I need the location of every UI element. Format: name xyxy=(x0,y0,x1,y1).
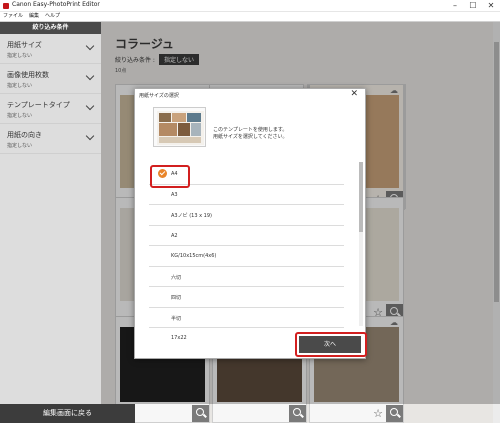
paper-size-option[interactable]: A2 xyxy=(149,226,344,246)
option-label: A3 xyxy=(171,191,178,198)
maximize-button[interactable]: ☐ xyxy=(464,0,482,12)
option-label: 四切 xyxy=(171,295,182,301)
option-label: A2 xyxy=(171,232,178,239)
dialog-message-line2: 用紙サイズを選択してください。 xyxy=(213,134,288,140)
zoom-icon[interactable] xyxy=(386,405,403,422)
close-icon[interactable]: ✕ xyxy=(350,89,358,99)
dialog-title: 用紙サイズの選択 xyxy=(139,93,179,99)
filter-image-count[interactable]: 画像使用枚数 指定しない xyxy=(0,64,101,94)
paper-size-option[interactable]: A3ノビ (13 x 19) xyxy=(149,205,344,226)
paper-size-list: A4 A3 A3ノビ (13 x 19) A2 KG/10x15cm(4x6) … xyxy=(149,164,344,339)
filter-value: 指定しない xyxy=(7,113,33,119)
zoom-icon[interactable] xyxy=(289,405,306,422)
zoom-icon[interactable] xyxy=(192,405,209,422)
option-label: 六切 xyxy=(171,274,182,281)
template-preview xyxy=(153,107,206,147)
menu-bar: ファイル 編集 ヘルプ xyxy=(0,12,500,22)
option-label: 半切 xyxy=(171,315,182,322)
filter-template-type[interactable]: テンプレートタイプ 指定しない xyxy=(0,94,101,124)
filter-value: 指定しない xyxy=(7,83,33,89)
title-bar: Canon Easy-PhotoPrint Editor – ☐ ✕ xyxy=(0,0,500,12)
filter-value: 指定しない xyxy=(7,143,33,149)
sidebar-header: 絞り込み条件 xyxy=(0,22,101,34)
window-title: Canon Easy-PhotoPrint Editor xyxy=(12,1,100,8)
dialog-scrollbar[interactable] xyxy=(359,162,363,326)
paper-size-option[interactable]: KG/10x15cm(4x6) xyxy=(149,246,344,267)
menu-file[interactable]: ファイル xyxy=(3,12,23,21)
option-label: 17x22 xyxy=(171,335,187,339)
paper-size-option[interactable]: 四切 xyxy=(149,287,344,308)
template-preview-image xyxy=(157,111,204,145)
filter-value: 指定しない xyxy=(7,53,33,59)
filter-sidebar: 絞り込み条件 用紙サイズ 指定しない 画像使用枚数 指定しない テンプレートタイ… xyxy=(0,22,101,423)
close-window-button[interactable]: ✕ xyxy=(482,0,500,12)
paper-size-option[interactable]: 六切 xyxy=(149,267,344,287)
menu-edit[interactable]: 編集 xyxy=(29,12,39,21)
dialog-scrollbar-thumb[interactable] xyxy=(359,162,363,232)
filter-orientation[interactable]: 用紙の向き 指定しない xyxy=(0,124,101,154)
app-icon xyxy=(3,3,9,9)
filter-paper-size[interactable]: 用紙サイズ 指定しない xyxy=(0,34,101,64)
paper-size-dialog: 用紙サイズの選択 ✕ このテンプレートを使用します。 用紙サイズを選択してくださ… xyxy=(134,88,366,359)
menu-help[interactable]: ヘルプ xyxy=(45,12,60,21)
option-label: A3ノビ (13 x 19) xyxy=(171,213,212,219)
selected-option-highlight xyxy=(150,165,190,188)
option-label: KG/10x15cm(4x6) xyxy=(171,253,217,259)
star-icon[interactable]: ☆ xyxy=(373,408,383,419)
minimize-button[interactable]: – xyxy=(446,0,464,12)
dialog-message-line1: このテンプレートを使用します。 xyxy=(213,127,288,133)
back-to-edit-button[interactable]: 編集画面に戻る xyxy=(0,404,135,423)
dialog-message: このテンプレートを使用します。 用紙サイズを選択してください。 xyxy=(213,127,288,141)
paper-size-option[interactable]: 半切 xyxy=(149,308,344,328)
next-button-highlight xyxy=(295,332,367,357)
